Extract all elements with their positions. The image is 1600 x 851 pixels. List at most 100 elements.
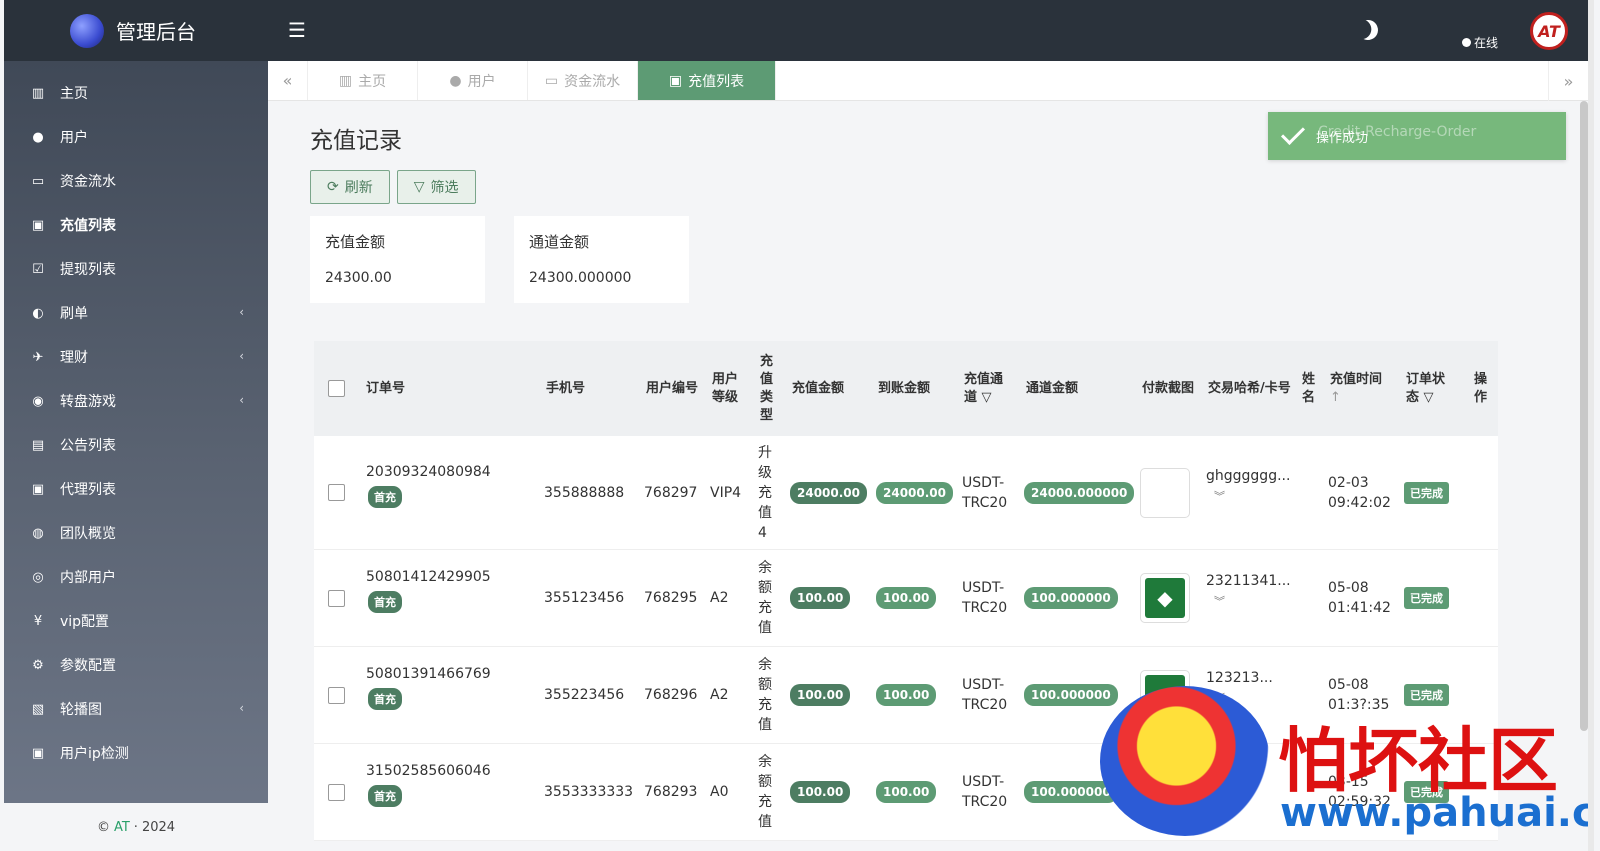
filter-button[interactable]: ▽ 筛选: [396, 170, 476, 204]
hamburger-menu-icon[interactable]: ☰: [288, 18, 306, 42]
sidebar-item-0[interactable]: ▥ 主页: [4, 71, 268, 115]
sidebar-item-12[interactable]: ¥ vip配置: [4, 599, 268, 643]
half-circle-icon: ◐: [32, 305, 44, 321]
brand[interactable]: 管理后台: [4, 0, 268, 61]
col-type[interactable]: 充值类型: [758, 353, 790, 425]
cell-status: 已完成: [1404, 481, 1472, 504]
col-screenshot[interactable]: 付款截图: [1140, 380, 1206, 398]
col-name[interactable]: 姓 名: [1300, 371, 1328, 407]
cell-select: [314, 686, 364, 704]
order-number[interactable]: 50801391466769: [366, 666, 544, 682]
sidebar-item-15[interactable]: ▣ 用户ip检测: [4, 731, 268, 775]
tab-1[interactable]: ● 用户: [418, 61, 528, 100]
order-number[interactable]: 50801412429905: [366, 569, 544, 585]
cell-amount: 24000.00: [790, 481, 876, 504]
sidebar-item-8[interactable]: ▤ 公告列表: [4, 423, 268, 467]
cell-uid: 768297: [644, 484, 698, 501]
logo-icon: [70, 13, 104, 48]
status-filter-icon[interactable]: ▽: [1424, 390, 1434, 405]
sidebar-item-10[interactable]: ◍ 团队概览: [4, 511, 268, 555]
tab-3[interactable]: ▣ 充值列表: [638, 61, 776, 100]
fish-logo-icon: [1100, 686, 1270, 836]
toolbar: ⟳ 刷新 ▽ 筛选: [310, 170, 476, 204]
channel-filter-icon[interactable]: ▽: [982, 390, 992, 405]
sidebar-item-label: 理财: [60, 350, 88, 366]
col-level[interactable]: 用户 等级: [710, 371, 758, 407]
dark-mode-toggle-icon[interactable]: [1355, 17, 1381, 43]
hash-text: 123213...: [1206, 670, 1273, 686]
col-channel-amount[interactable]: 通道金额: [1024, 380, 1140, 398]
cell-order: 50801412429905 首充: [364, 569, 544, 613]
col-amount[interactable]: 充值金额: [790, 380, 876, 398]
sort-up-icon[interactable]: ↑: [1330, 389, 1402, 407]
watermark-url: www.pahuai.com: [1280, 790, 1588, 836]
sidebar-item-3[interactable]: ▣ 充值列表: [4, 203, 268, 247]
sidebar-item-6[interactable]: ✈ 理财 ‹: [4, 335, 268, 379]
col-type-char: 充: [760, 353, 774, 369]
expand-chevron-icon[interactable]: ︾: [1206, 488, 1300, 504]
sidebar-item-label: 公告列表: [60, 438, 116, 454]
stat-value: 24300.00: [325, 270, 392, 286]
sidebar-item-5[interactable]: ◐ 刷单 ‹: [4, 291, 268, 335]
footer-brand-link[interactable]: AT: [114, 820, 130, 835]
sidebar-item-11[interactable]: ◎ 内部用户: [4, 555, 268, 599]
tab-icon: ▭: [544, 72, 559, 89]
select-all-checkbox[interactable]: [328, 380, 345, 397]
order-number[interactable]: 20309324080984: [366, 464, 544, 480]
type-char: 值: [758, 814, 772, 830]
row-checkbox[interactable]: [328, 589, 345, 607]
col-channel[interactable]: 充值通 道 ▽: [962, 371, 1024, 407]
channel-line1: USDT-: [962, 677, 1005, 693]
first-recharge-badge: 首充: [368, 688, 402, 710]
tab-scroll-right-icon[interactable]: »: [1548, 61, 1588, 101]
sidebar-item-4[interactable]: ☑ 提现列表: [4, 247, 268, 291]
sidebar-item-13[interactable]: ⚙ 参数配置: [4, 643, 268, 687]
row-checkbox[interactable]: [328, 484, 345, 501]
stat-card-recharge-amount: 充值金额 24300.00: [310, 216, 485, 303]
document-icon: ▤: [31, 437, 45, 453]
col-uid[interactable]: 用户编号: [644, 380, 710, 398]
refresh-button[interactable]: ⟳ 刷新: [310, 170, 390, 204]
sidebar-item-label: 提现列表: [60, 262, 116, 278]
payment-screenshot-thumbnail[interactable]: ◆: [1140, 573, 1190, 623]
amount-pill: 100.00: [790, 781, 851, 803]
sidebar-footer: © AT · 2024: [4, 803, 268, 851]
money-hand-icon: ✈: [32, 349, 44, 365]
row-checkbox[interactable]: [328, 686, 345, 704]
payment-screenshot-thumbnail[interactable]: [1140, 467, 1190, 518]
tab-bar: « ▥ 主页 ● 用户 ▭ 资金流水 ▣ 充值列表 »: [268, 61, 1588, 101]
sidebar-item-label: 刷单: [60, 306, 88, 322]
tab-0[interactable]: ▥ 主页: [308, 61, 418, 100]
col-received[interactable]: 到账金额: [876, 380, 962, 398]
sidebar-item-label: 转盘游戏: [60, 394, 116, 410]
expand-chevron-icon[interactable]: ︾: [1206, 593, 1300, 609]
hash-text: ghgggggg...: [1206, 467, 1291, 484]
status-badge: 已完成: [1404, 587, 1449, 609]
success-toast[interactable]: Credit-Recharge-Order 操作成功: [1268, 112, 1566, 160]
sidebar-item-9[interactable]: ▣ 代理列表: [4, 467, 268, 511]
tab-2[interactable]: ▭ 资金流水: [528, 61, 638, 100]
amount-pill: 100.00: [790, 684, 851, 706]
row-checkbox[interactable]: [328, 783, 345, 801]
type-char: 余: [758, 657, 772, 673]
received-pill: 100.00: [876, 684, 937, 706]
sidebar-item-7[interactable]: ◉ 转盘游戏 ‹: [4, 379, 268, 423]
col-time[interactable]: 充值时间 ↑: [1328, 371, 1404, 407]
sidebar-item-label: 主页: [60, 86, 88, 102]
table-header: 订单号 手机号 用户编号 用户 等级 充值类型 充值金额 到账金额 充值通 道 …: [314, 341, 1498, 436]
col-hash[interactable]: 交易哈希/卡号: [1206, 380, 1300, 398]
col-phone[interactable]: 手机号: [544, 380, 644, 398]
col-status[interactable]: 订单状 态 ▽: [1404, 371, 1472, 407]
order-number[interactable]: 31502585606046: [366, 763, 544, 779]
sidebar-item-14[interactable]: ▧ 轮播图 ‹: [4, 687, 268, 731]
col-order[interactable]: 订单号: [364, 380, 544, 398]
avatar[interactable]: AT: [1530, 12, 1568, 50]
tab-icon: ●: [449, 72, 462, 89]
time-date: 02-03: [1328, 474, 1369, 491]
sidebar-item-1[interactable]: ● 用户: [4, 115, 268, 159]
sidebar-item-2[interactable]: ▭ 资金流水: [4, 159, 268, 203]
gamepad-icon: ◉: [32, 393, 44, 409]
cell-uid: 768295: [644, 590, 698, 606]
online-status: 在线: [1461, 34, 1498, 51]
tab-scroll-left-icon[interactable]: «: [268, 61, 308, 100]
